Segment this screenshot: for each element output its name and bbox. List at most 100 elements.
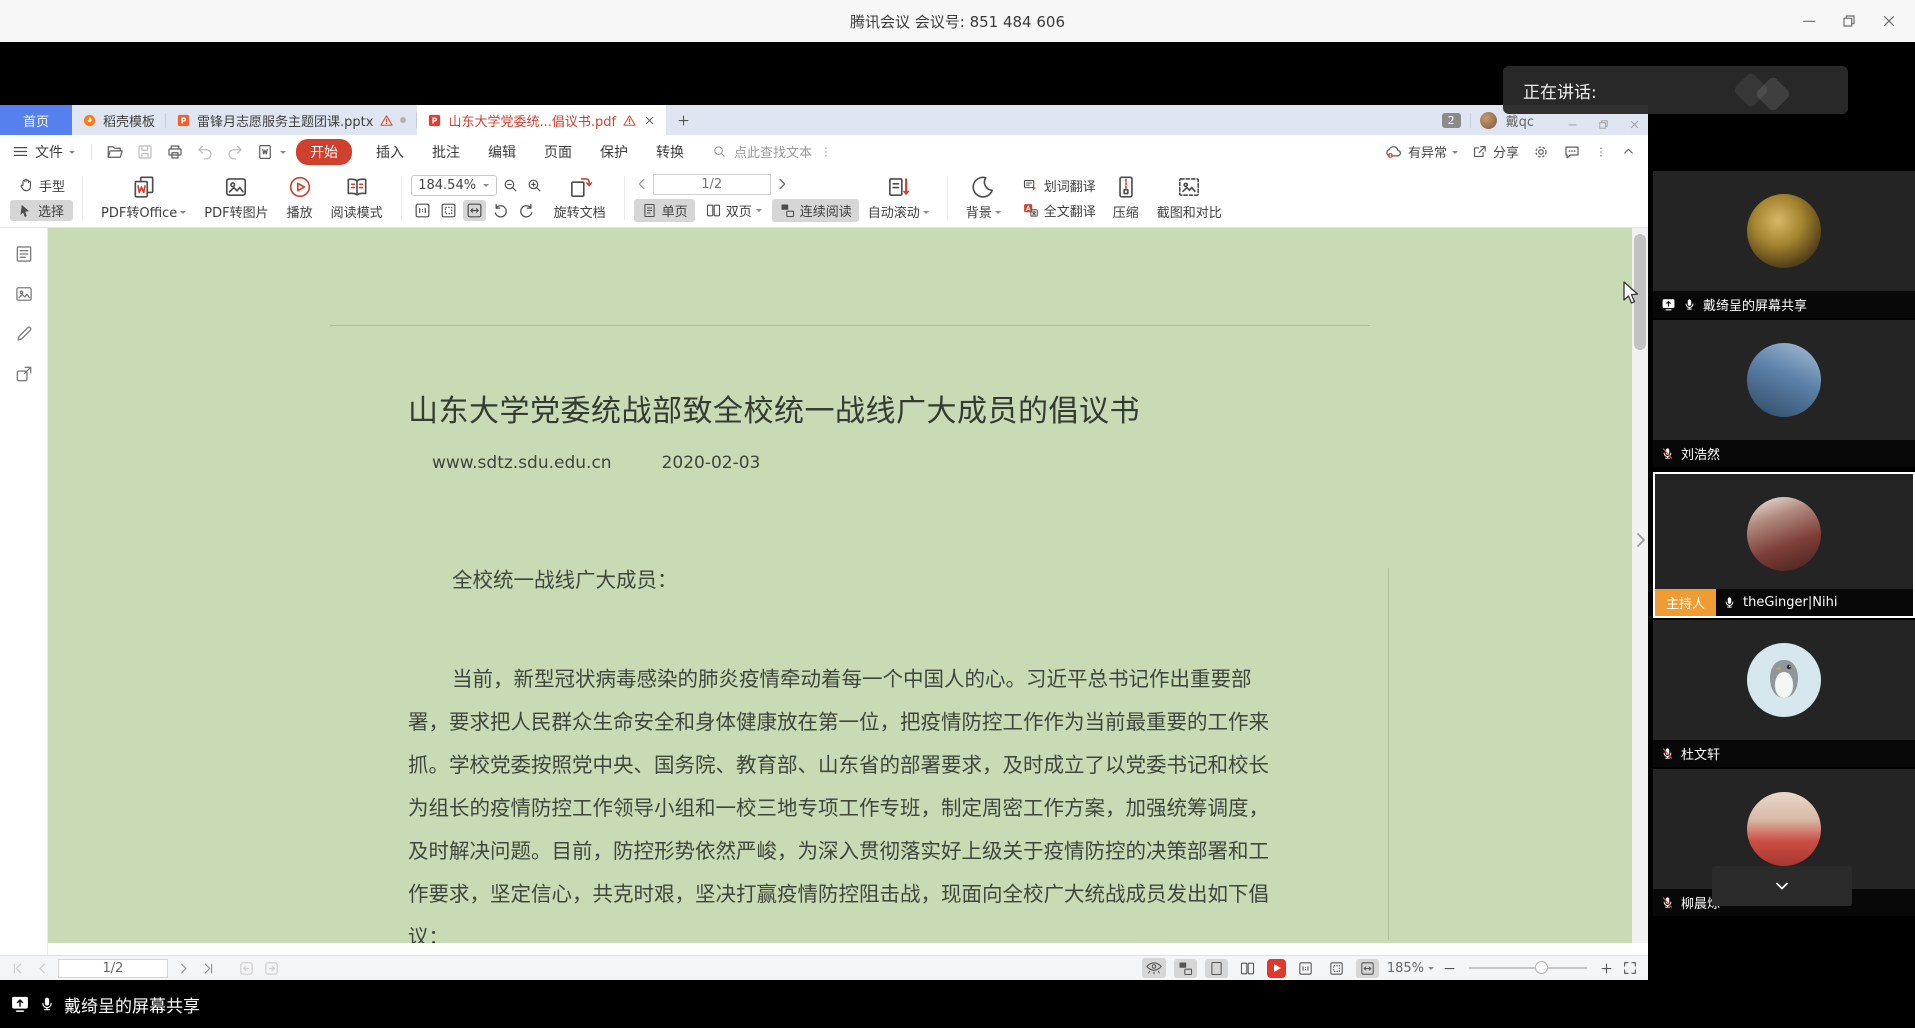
annotate-panel-icon[interactable] (14, 324, 34, 344)
participant-tile[interactable]: 戴绮呈的屏幕共享 (1653, 171, 1915, 318)
images-panel-icon[interactable] (14, 284, 34, 304)
undo-icon[interactable] (196, 143, 214, 161)
zoom-select[interactable]: 184.54% (411, 175, 497, 196)
auto-scroll-button[interactable]: 自动滚动 (859, 174, 938, 221)
participant-tile[interactable]: 杜文轩 (1653, 620, 1915, 767)
zoom-value: 184.54% (418, 178, 476, 193)
pdf-to-office-button[interactable]: PDF转Office (92, 174, 195, 221)
menu-protect[interactable]: 保护 (600, 142, 628, 162)
page-indicator-box[interactable]: 1/2 (653, 174, 771, 195)
menu-page[interactable]: 页面 (544, 142, 572, 162)
open-folder-icon[interactable] (106, 143, 124, 161)
tab-pptx[interactable]: P 雷锋月志愿服务主题团课.pptx (166, 105, 416, 135)
play-button[interactable]: 播放 (278, 174, 322, 221)
tab-home[interactable]: 首页 (0, 105, 72, 135)
pdf-to-image-button[interactable]: PDF转图片 (195, 174, 277, 221)
wps-minimize-icon[interactable] (1567, 119, 1578, 130)
menu-convert[interactable]: 转换 (656, 142, 684, 162)
rotate-left-button[interactable] (489, 200, 512, 221)
vertical-scrollbar[interactable] (1632, 228, 1648, 943)
wps-close-icon[interactable] (1629, 119, 1640, 130)
wps-restore-icon[interactable] (1598, 119, 1609, 130)
account-avatar[interactable] (1480, 112, 1497, 129)
restore-button[interactable] (1829, 0, 1869, 42)
notification-badge[interactable]: 2 (1442, 113, 1461, 128)
redo-icon[interactable] (226, 143, 244, 161)
compress-button[interactable]: 压缩 (1104, 174, 1148, 221)
close-button[interactable] (1869, 0, 1909, 42)
save-icon[interactable] (136, 143, 154, 161)
menu-start-active[interactable]: 开始 (296, 139, 352, 165)
file-menu[interactable]: 文件 (12, 142, 75, 162)
zoom-in-icon[interactable] (524, 175, 545, 196)
single-page-toggle[interactable] (1205, 959, 1228, 978)
jump-back-icon[interactable] (238, 960, 255, 977)
background-button[interactable]: 背景 (957, 174, 1010, 221)
prev-page-icon[interactable] (634, 176, 650, 192)
double-page-toggle[interactable] (1236, 959, 1259, 978)
zoom-plus-icon[interactable] (1599, 961, 1614, 976)
export-panel-icon[interactable] (14, 364, 34, 384)
fullscreen-icon[interactable] (1622, 960, 1638, 976)
read-mode-button[interactable]: 阅读模式 (322, 174, 392, 221)
prev-page-icon[interactable] (35, 961, 50, 976)
tab-pdf-active[interactable]: P 山东大学党委统...倡议书.pdf (417, 105, 666, 135)
gear-icon[interactable] (1532, 143, 1550, 161)
toc-panel-icon[interactable] (14, 244, 34, 264)
print-icon[interactable] (166, 143, 184, 161)
collapse-ribbon-icon[interactable] (1621, 144, 1636, 159)
jump-forward-icon[interactable] (263, 960, 280, 977)
more-vertical-icon[interactable] (1594, 145, 1608, 159)
sync-status-button[interactable]: 有异常 (1384, 142, 1458, 161)
select-tool-button[interactable]: 选择 (10, 200, 73, 221)
collapse-participants-button[interactable] (1712, 866, 1852, 906)
eye-protect-button[interactable] (1142, 958, 1166, 978)
fit-page-toggle[interactable] (1325, 959, 1348, 978)
single-page-button[interactable]: 单页 (634, 199, 695, 222)
full-translate-button[interactable]: 全文翻译 (1014, 200, 1104, 221)
zoom-out-icon[interactable] (500, 175, 521, 196)
slideshow-play-button[interactable] (1267, 959, 1286, 978)
chat-icon[interactable] (1563, 143, 1581, 161)
participant-tile[interactable]: 刘浩然 (1653, 320, 1915, 467)
next-page-icon[interactable] (176, 961, 191, 976)
first-page-icon[interactable] (10, 961, 25, 976)
rotate-right-button[interactable] (515, 200, 538, 221)
new-tab-button[interactable] (666, 105, 701, 135)
status-zoom-value: 185% (1387, 961, 1424, 976)
more-vertical-icon[interactable] (819, 145, 833, 159)
tab-docer[interactable]: 稻壳模板 (72, 105, 165, 135)
tab-close-icon[interactable] (643, 114, 656, 127)
zoom-minus-icon[interactable] (1442, 961, 1457, 976)
snapshot-compare-button[interactable]: 截图和对比 (1148, 174, 1231, 221)
status-zoom-select[interactable]: 185% (1387, 961, 1434, 976)
bookmark-w-icon[interactable] (256, 143, 274, 161)
zoom-slider[interactable] (1469, 967, 1587, 969)
participant-tile-active-speaker[interactable]: 主持人 theGinger|Nihi (1653, 472, 1915, 618)
expand-panel-icon[interactable] (1635, 531, 1646, 549)
fit-width-button[interactable] (463, 200, 486, 221)
fit-width-toggle[interactable] (1356, 959, 1379, 978)
word-translate-button[interactable]: 划词翻译 (1014, 175, 1104, 196)
minimize-button[interactable] (1789, 0, 1829, 42)
menu-annotate[interactable]: 批注 (432, 142, 460, 162)
status-page-box[interactable]: 1/2 (58, 959, 168, 978)
rotate-doc-button[interactable]: 旋转文档 (545, 174, 615, 221)
hand-tool-button[interactable]: 手型 (10, 175, 73, 196)
continuous-read-toggle[interactable] (1174, 959, 1197, 978)
double-page-button[interactable]: 双页 (698, 199, 769, 222)
fit-page-button[interactable] (437, 200, 460, 221)
chevron-down-icon[interactable] (280, 151, 286, 157)
last-page-icon[interactable] (201, 961, 216, 976)
continuous-read-button[interactable]: 连续阅读 (772, 199, 859, 222)
speaking-indicator-overlay: 正在讲话: (1503, 66, 1848, 114)
share-button[interactable]: 分享 (1471, 142, 1519, 161)
menu-edit[interactable]: 编辑 (488, 142, 516, 162)
menu-insert[interactable]: 插入 (376, 142, 404, 162)
next-page-icon[interactable] (774, 176, 790, 192)
actual-size-toggle[interactable] (1294, 959, 1317, 978)
search-field[interactable]: 点此查找文本 (712, 142, 833, 161)
cursor-icon (18, 203, 33, 218)
actual-size-button[interactable] (411, 200, 434, 221)
zoom-slider-knob[interactable] (1535, 961, 1548, 974)
